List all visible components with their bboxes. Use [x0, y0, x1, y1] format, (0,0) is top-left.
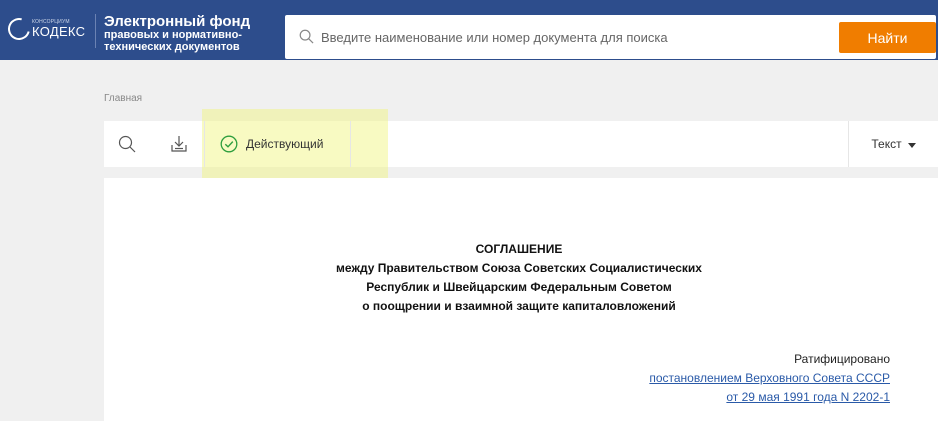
- document-body: СОГЛАШЕНИЕ между Правительством Союза Со…: [104, 178, 938, 421]
- breadcrumb-home[interactable]: Главная: [104, 93, 142, 104]
- fund-title-line3: технических документов: [104, 41, 240, 53]
- status-indicator[interactable]: Действующий: [220, 121, 323, 167]
- document-title: СОГЛАШЕНИЕ между Правительством Союза Со…: [104, 240, 934, 316]
- doc-search-button[interactable]: [104, 121, 150, 167]
- download-button[interactable]: [154, 121, 204, 167]
- fund-title[interactable]: Электронный фонд правовых и нормативно- …: [104, 14, 250, 53]
- download-icon: [171, 136, 187, 152]
- view-mode-label: Текст: [871, 137, 902, 151]
- status-label: Действующий: [246, 137, 324, 151]
- search-input[interactable]: [321, 15, 821, 59]
- check-circle-icon: [220, 135, 238, 153]
- header: КОНСОРЦИУМ КОДЕКС Электронный фонд право…: [0, 0, 938, 60]
- toolbar-separator: [350, 121, 351, 167]
- document-title-line: СОГЛАШЕНИЕ: [475, 242, 563, 256]
- ratification-date-link[interactable]: от 29 мая 1991 года N 2202-1: [649, 388, 890, 407]
- logo-icon: [3, 13, 35, 45]
- document-toolbar: Действующий Текст: [104, 109, 938, 188]
- find-button[interactable]: Найти: [839, 22, 936, 53]
- fund-title-line2: правовых и нормативно-: [104, 29, 242, 41]
- ratification-block: Ратифицировано постановлением Верховного…: [649, 350, 890, 407]
- search-icon: [118, 135, 136, 153]
- document-title-line: Республик и Швейцарским Федеральным Сове…: [366, 280, 672, 294]
- header-divider: [95, 14, 96, 48]
- caret-down-icon: [907, 142, 916, 148]
- search-icon: [299, 29, 314, 44]
- ratification-link[interactable]: постановлением Верховного Совета СССР: [649, 369, 890, 388]
- document-title-line: между Правительством Союза Советских Соц…: [336, 261, 702, 275]
- view-mode-dropdown[interactable]: Текст: [848, 121, 938, 167]
- kodeks-logo[interactable]: КОНСОРЦИУМ КОДЕКС: [3, 13, 86, 45]
- document-title-line: о поощрении и взаимной защите капиталовл…: [362, 299, 676, 313]
- fund-title-line1: Электронный фонд: [104, 13, 251, 30]
- ratified-text: Ратифицировано: [794, 352, 890, 366]
- logo-big-text: КОДЕКС: [32, 24, 86, 39]
- toolbar-separator: [204, 121, 205, 167]
